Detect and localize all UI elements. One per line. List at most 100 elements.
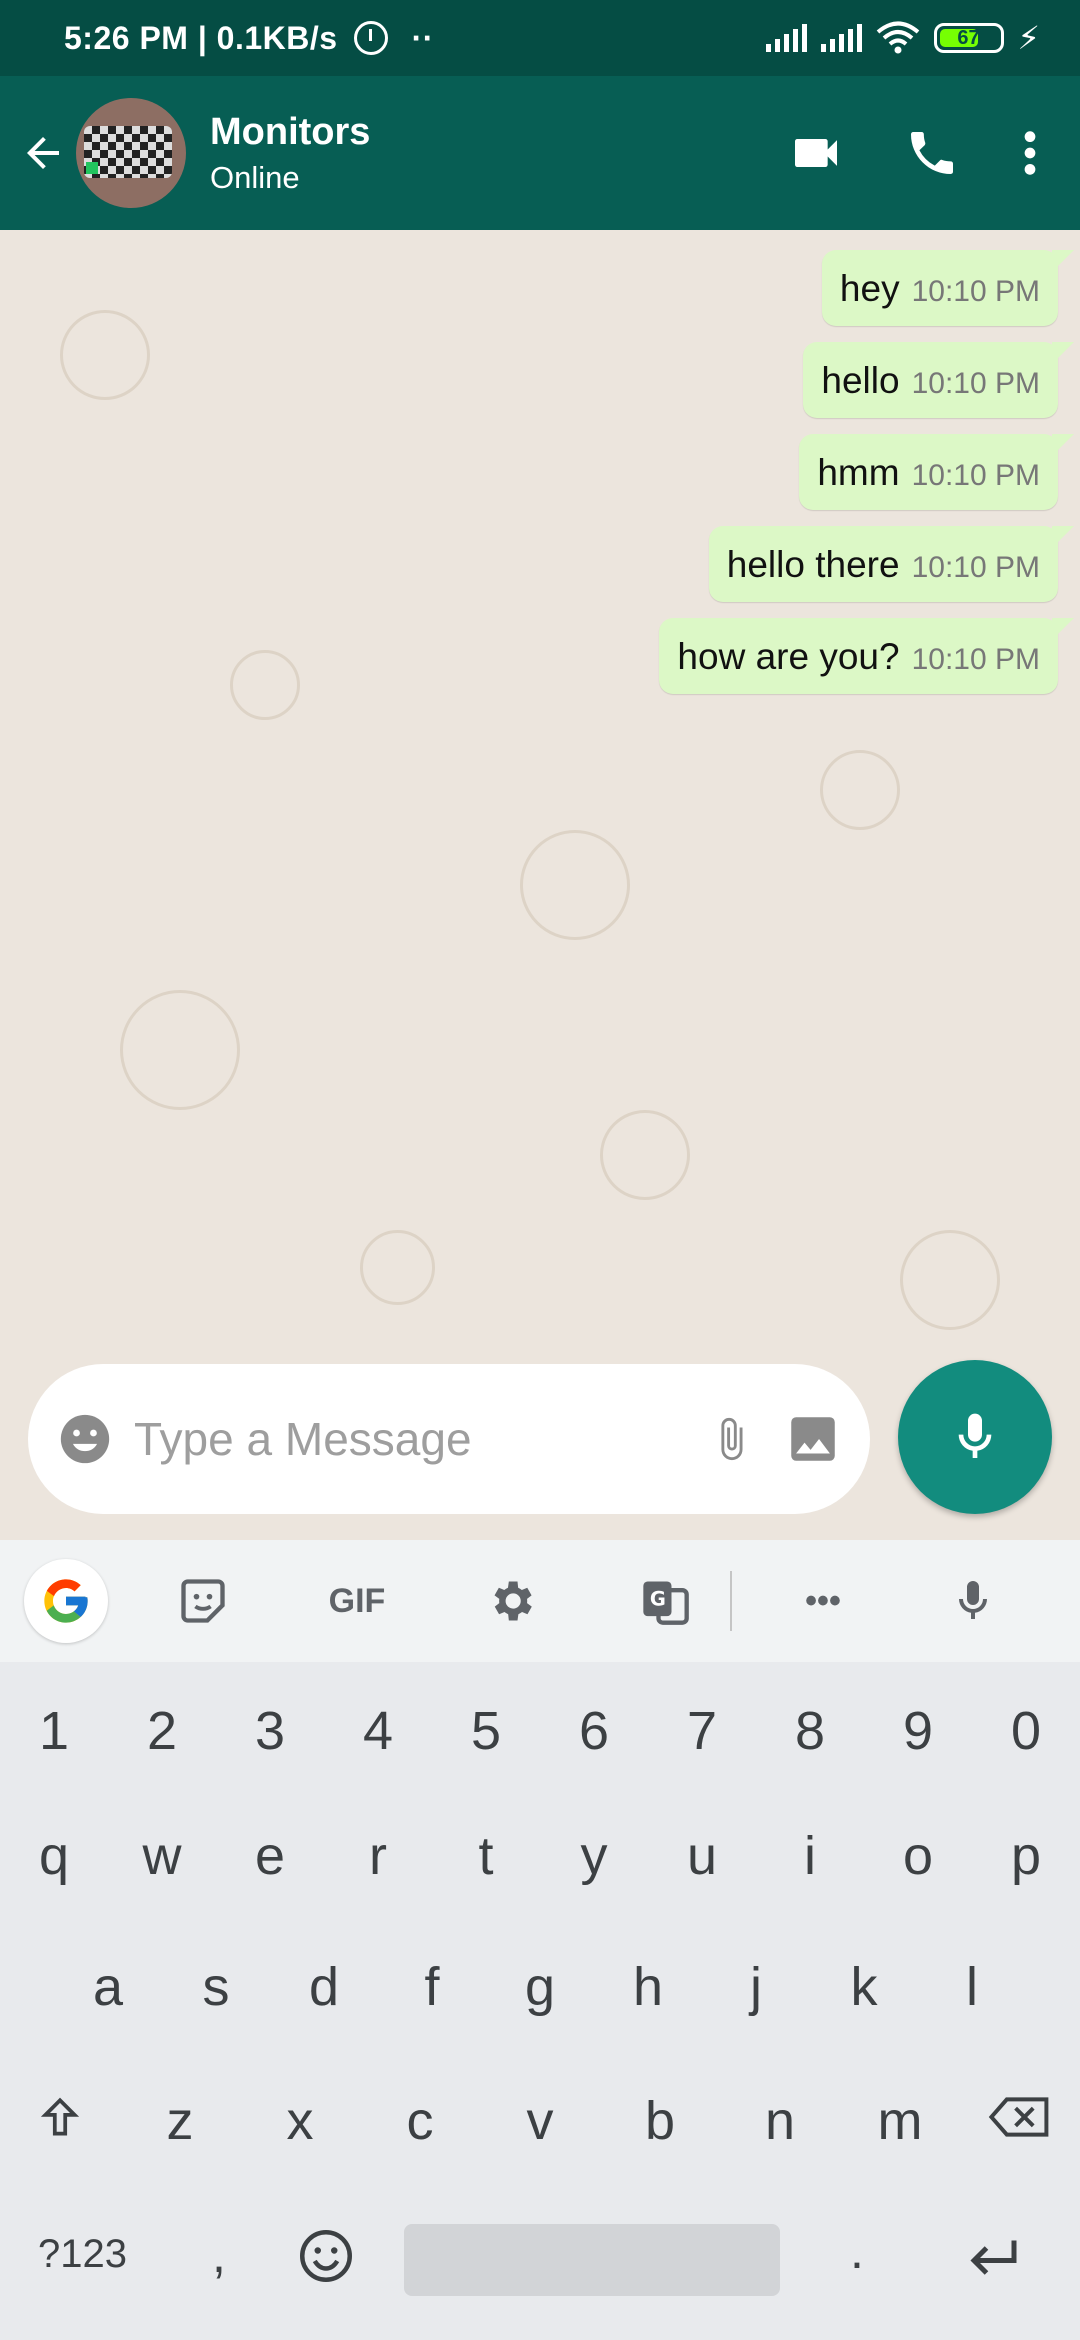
translate-button[interactable]: G bbox=[620, 1575, 710, 1627]
video-call-button[interactable] bbox=[788, 125, 844, 181]
arrow-left-icon bbox=[27, 137, 59, 169]
key[interactable]: x bbox=[250, 2090, 350, 2157]
video-camera-icon bbox=[795, 139, 837, 167]
space-bar[interactable] bbox=[404, 2224, 780, 2296]
contact-status: Online bbox=[210, 159, 300, 195]
symbols-key[interactable]: ?123 bbox=[38, 2232, 127, 2277]
key[interactable]: 6 bbox=[544, 1700, 644, 1762]
enter-key[interactable] bbox=[964, 2232, 1024, 2289]
message-bubble[interactable]: hello there 10:10 PM bbox=[708, 526, 1075, 602]
voice-record-button[interactable] bbox=[898, 1360, 1052, 1514]
key[interactable]: n bbox=[730, 2090, 830, 2157]
key[interactable]: 0 bbox=[976, 1700, 1076, 1762]
back-button[interactable] bbox=[8, 118, 78, 188]
key[interactable]: o bbox=[868, 1825, 968, 1887]
wallpaper-doodle bbox=[360, 1230, 435, 1305]
shift-key[interactable] bbox=[10, 2090, 110, 2157]
svg-text:G: G bbox=[650, 1587, 666, 1610]
message-time: 10:10 PM bbox=[911, 551, 1040, 584]
key[interactable]: q bbox=[4, 1825, 104, 1887]
chat-area[interactable]: hey 10:10 PM hello 10:10 PM hmm 10:10 PM… bbox=[0, 230, 1080, 1540]
more-tools-button[interactable]: ••• bbox=[778, 1582, 868, 1621]
key[interactable]: m bbox=[850, 2090, 950, 2157]
key[interactable]: e bbox=[220, 1825, 320, 1887]
contact-info[interactable]: Monitors Online bbox=[210, 111, 370, 196]
key[interactable]: y bbox=[544, 1825, 644, 1887]
emoji-icon bbox=[300, 2230, 352, 2282]
message-time: 10:10 PM bbox=[911, 459, 1040, 492]
settings-button[interactable] bbox=[466, 1575, 556, 1627]
message-bubble[interactable]: hmm 10:10 PM bbox=[799, 434, 1074, 510]
microphone-icon bbox=[958, 1413, 992, 1458]
paperclip-icon[interactable] bbox=[708, 1407, 754, 1471]
key[interactable]: p bbox=[976, 1825, 1076, 1887]
message-bubble[interactable]: how are you? 10:10 PM bbox=[659, 618, 1074, 694]
key[interactable]: 7 bbox=[652, 1700, 752, 1762]
wallpaper-doodle bbox=[230, 650, 300, 720]
letter-row-2: a s d f g h j k l bbox=[0, 1956, 1080, 2018]
key[interactable]: v bbox=[490, 2090, 590, 2157]
key[interactable]: b bbox=[610, 2090, 710, 2157]
message-bubble[interactable]: hello 10:10 PM bbox=[803, 342, 1074, 418]
key[interactable]: c bbox=[370, 2090, 470, 2157]
message-text: hello there bbox=[726, 544, 900, 585]
key[interactable]: f bbox=[382, 1956, 482, 2018]
sticker-button[interactable] bbox=[158, 1575, 248, 1627]
key[interactable]: r bbox=[328, 1825, 428, 1887]
key[interactable]: w bbox=[112, 1825, 212, 1887]
wifi-icon bbox=[876, 21, 919, 54]
key[interactable]: t bbox=[436, 1825, 536, 1887]
key[interactable]: 1 bbox=[4, 1700, 104, 1762]
voice-typing-button[interactable] bbox=[928, 1573, 1018, 1629]
message-time: 10:10 PM bbox=[911, 643, 1040, 676]
status-dots: ·· bbox=[411, 19, 434, 56]
contact-name: Monitors bbox=[210, 110, 371, 153]
gallery-icon[interactable] bbox=[784, 1410, 842, 1468]
key[interactable]: d bbox=[274, 1956, 374, 2018]
chat-header: Monitors Online bbox=[0, 76, 1080, 230]
key[interactable]: k bbox=[814, 1956, 914, 2018]
key[interactable]: u bbox=[652, 1825, 752, 1887]
key[interactable]: 9 bbox=[868, 1700, 968, 1762]
key[interactable]: 2 bbox=[112, 1700, 212, 1762]
key[interactable]: h bbox=[598, 1956, 698, 2018]
alarm-icon bbox=[353, 21, 388, 55]
message-composer[interactable]: Type a Message bbox=[28, 1364, 870, 1514]
period-key[interactable]: . bbox=[850, 2222, 864, 2280]
key[interactable]: 8 bbox=[760, 1700, 860, 1762]
emoji-key[interactable] bbox=[296, 2226, 356, 2291]
status-bar: 5:26 PM | 0.1KB/s ·· 67 ⚡ bbox=[0, 0, 1080, 76]
key[interactable]: 5 bbox=[436, 1700, 536, 1762]
translate-icon: G bbox=[643, 1581, 689, 1625]
message-bubble[interactable]: hey 10:10 PM bbox=[821, 250, 1075, 326]
wallpaper-doodle bbox=[520, 830, 630, 940]
key[interactable]: i bbox=[760, 1825, 860, 1887]
key[interactable]: 4 bbox=[328, 1700, 428, 1762]
signal-icon bbox=[765, 24, 807, 52]
microphone-icon bbox=[959, 1581, 987, 1619]
key[interactable]: 3 bbox=[220, 1700, 320, 1762]
key[interactable]: z bbox=[130, 2090, 230, 2157]
key[interactable]: l bbox=[922, 1956, 1022, 2018]
more-vertical-icon bbox=[1024, 131, 1036, 175]
status-time-speed: 5:26 PM | 0.1KB/s bbox=[64, 19, 338, 56]
gif-button[interactable]: GIF bbox=[312, 1582, 402, 1621]
voice-call-button[interactable] bbox=[904, 125, 960, 181]
comma-key[interactable]: , bbox=[212, 2226, 226, 2284]
wallpaper-doodle bbox=[820, 750, 900, 830]
avatar-led bbox=[86, 162, 98, 174]
backspace-key[interactable] bbox=[970, 2090, 1070, 2157]
google-button[interactable] bbox=[24, 1559, 108, 1643]
avatar[interactable] bbox=[76, 98, 186, 208]
backspace-icon bbox=[988, 2097, 1049, 2137]
toolbar-divider bbox=[730, 1571, 732, 1631]
key[interactable]: s bbox=[166, 1956, 266, 2018]
emoji-icon[interactable] bbox=[56, 1410, 114, 1468]
key[interactable]: j bbox=[706, 1956, 806, 2018]
key[interactable]: a bbox=[58, 1956, 158, 2018]
key[interactable]: g bbox=[490, 1956, 590, 2018]
shift-arrow-icon bbox=[40, 2097, 80, 2136]
more-options-button[interactable] bbox=[1020, 125, 1040, 181]
charging-icon: ⚡ bbox=[1017, 20, 1040, 56]
message-input[interactable]: Type a Message bbox=[134, 1412, 708, 1466]
